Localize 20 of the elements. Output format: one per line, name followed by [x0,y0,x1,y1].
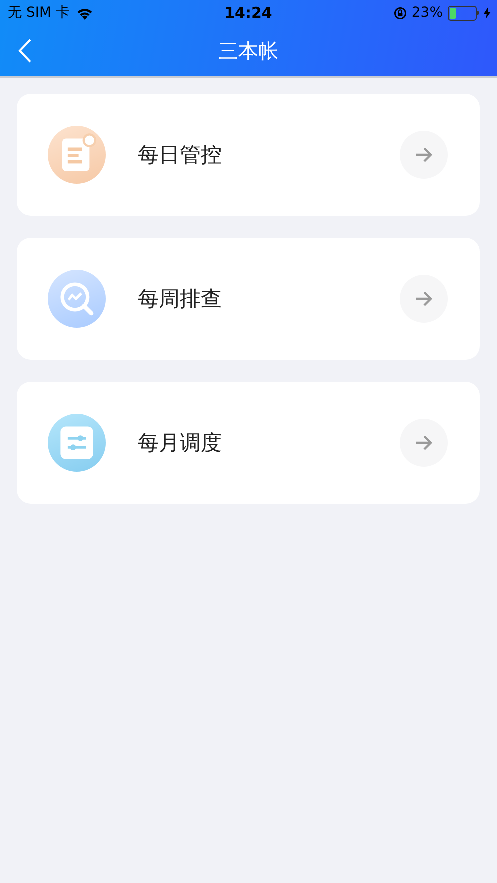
arrow-button[interactable] [400,131,448,179]
menu-label: 每月调度 [138,430,223,457]
menu-card[interactable]: 每日管控 [17,94,480,216]
battery-percent-text: 23% [412,5,443,21]
menu-card[interactable]: 每月调度 [17,382,480,504]
wifi-icon [76,6,94,20]
menu-label: 每周排查 [138,286,223,313]
battery-icon [448,6,479,20]
arrow-right-icon [415,435,433,451]
page-title: 三本帐 [218,38,278,64]
rotation-lock-icon [394,6,407,20]
clock-text: 14:24 [224,4,272,22]
arrow-right-icon [415,291,433,307]
menu-card[interactable]: 每周排查 [17,238,480,360]
arrow-button[interactable] [400,419,448,467]
menu-label: 每日管控 [138,142,223,169]
carrier-text: 无 SIM 卡 [8,4,70,22]
arrow-right-icon [415,147,433,163]
back-icon[interactable] [18,39,32,63]
arrow-button[interactable] [400,275,448,323]
